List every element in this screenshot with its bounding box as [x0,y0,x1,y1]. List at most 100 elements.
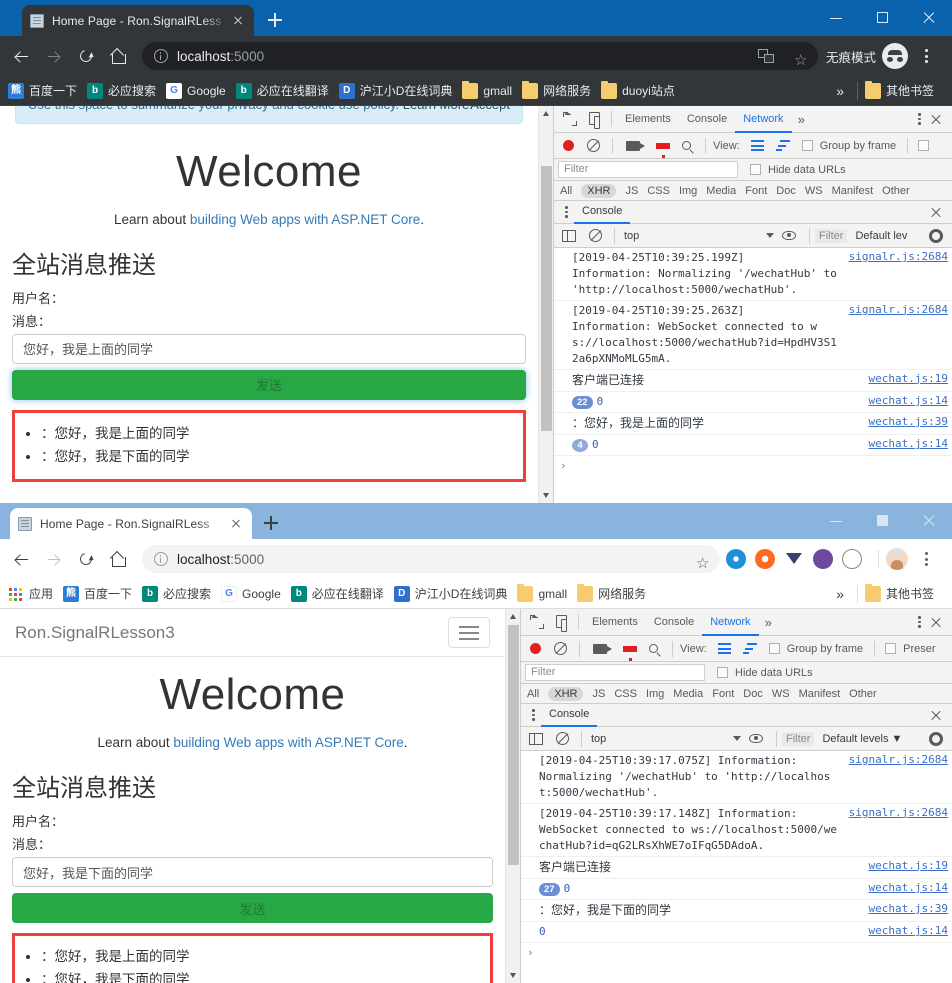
reload-button[interactable] [72,42,100,70]
page-scrollbar-top[interactable] [538,106,553,503]
address-bar[interactable]: localhost:5000 ☆ [142,42,818,70]
bookmark-item-apps[interactable]: 应用 [8,585,53,602]
scroll-down-icon[interactable] [506,968,521,983]
bookmark-item[interactable]: G Google [221,585,281,602]
devtools-more-tabs-button[interactable]: » [759,615,778,630]
bookmark-item[interactable]: b 必应在线翻译 [235,82,329,99]
waterfall-view-icon[interactable] [775,140,790,151]
type-filter-media[interactable]: Media [673,688,703,700]
bookmark-item[interactable]: 网络服务 [522,80,591,99]
console-levels-select[interactable]: Default levels ▼ [822,733,902,745]
record-icon[interactable] [530,643,541,654]
type-filter-manifest[interactable]: Manifest [832,185,874,197]
type-filter-ws[interactable]: WS [805,185,823,197]
info-icon[interactable] [154,552,168,566]
list-view-icon[interactable] [717,643,731,654]
bookmark-item[interactable]: b 必应搜索 [87,82,156,99]
bookmarks-overflow-button[interactable]: » [830,83,850,99]
new-tab-button[interactable] [260,512,282,534]
console-source-link[interactable]: wechat.js:14 [869,881,948,894]
drawer-close-button[interactable] [927,203,945,221]
translate-icon[interactable] [757,49,774,63]
reload-button[interactable] [72,545,100,573]
close-window-button[interactable] [906,503,952,539]
browser-tab[interactable]: Home Page - Ron.SignalRLess [22,5,254,36]
bookmark-item[interactable]: 熊百度一下 [63,585,132,602]
forward-button[interactable] [40,42,68,70]
drawer-tab-console[interactable]: Console [541,703,598,727]
console-source-link[interactable]: signalr.js:2684 [849,806,948,819]
browser-menu-button[interactable] [912,42,940,70]
clear-console-icon[interactable] [589,229,602,242]
inspect-element-button[interactable] [526,611,548,633]
tab-elements[interactable]: Elements [617,106,679,133]
console-source-link[interactable]: wechat.js:14 [869,437,948,450]
bookmark-item[interactable]: D 沪江小D在线词典 [338,82,452,99]
browser-window-bottom[interactable]: Home Page - Ron.SignalRLess localhost:50… [0,503,952,983]
close-window-button[interactable] [906,0,952,36]
console-source-link[interactable]: wechat.js:14 [869,924,948,937]
hide-data-urls-checkbox[interactable] [750,164,761,175]
type-filter-xhr[interactable]: XHR [548,686,584,701]
list-view-icon[interactable] [750,140,764,151]
address-bar[interactable]: localhost:5000 ☆ [142,545,720,573]
console-sidebar-icon[interactable] [562,229,576,242]
filter-icon[interactable] [623,645,637,661]
type-filter-manifest[interactable]: Manifest [799,688,841,700]
type-filter-other[interactable]: Other [849,688,877,700]
devtools-menu-button[interactable] [911,613,927,631]
tab-network[interactable]: Network [735,106,792,133]
hide-data-urls-checkbox[interactable] [717,667,728,678]
browser-window-top[interactable]: Home Page - Ron.SignalRLess localhost:50… [0,0,952,503]
bookmark-star-button[interactable]: ☆ [788,47,807,68]
camera-icon[interactable] [626,140,645,151]
console-prompt[interactable]: › [554,456,952,475]
minimize-button[interactable] [814,503,860,539]
bookmark-star-button[interactable]: ☆ [690,550,709,571]
console-source-link[interactable]: signalr.js:2684 [849,753,948,766]
minimize-button[interactable] [814,0,860,36]
close-icon[interactable] [230,13,246,29]
console-filter-input[interactable]: Filter [815,228,848,243]
bookmark-item[interactable]: gmall [462,80,512,99]
type-filter-font[interactable]: Font [745,185,767,197]
avatar[interactable] [886,548,908,570]
console-source-link[interactable]: wechat.js:19 [869,372,948,385]
type-filter-js[interactable]: JS [592,688,605,700]
back-button[interactable] [8,545,36,573]
network-filter-input[interactable]: Filter [558,161,738,178]
console-source-link[interactable]: signalr.js:2684 [849,303,948,316]
forward-button[interactable] [40,545,68,573]
send-button[interactable]: 发送 [12,369,526,400]
type-filter-doc[interactable]: Doc [776,185,796,197]
record-icon[interactable] [563,140,574,151]
tab-console[interactable]: Console [646,609,702,636]
live-expression-icon[interactable] [749,734,763,743]
type-filter-font[interactable]: Font [712,688,734,700]
devtools-close-button[interactable] [927,110,945,128]
cookie-learn-more-link[interactable]: Learn More. [403,106,473,112]
type-filter-ws[interactable]: WS [772,688,790,700]
console-source-link[interactable]: wechat.js:39 [869,902,948,915]
site-brand[interactable]: Ron.SignalRLesson3 [15,623,175,643]
browser-menu-button[interactable] [912,545,940,573]
devtools-more-tabs-button[interactable]: » [792,112,811,127]
browser-tab[interactable]: Home Page - Ron.SignalRLess [10,508,252,539]
message-input[interactable] [12,857,493,888]
waterfall-view-icon[interactable] [742,643,757,654]
console-output-top[interactable]: [2019-04-25T10:39:25.199Z] Information: N… [554,248,952,503]
tab-network[interactable]: Network [702,609,759,636]
devtools-menu-button[interactable] [911,110,927,128]
back-button[interactable] [8,42,36,70]
drawer-close-button[interactable] [927,706,945,724]
console-filter-input[interactable]: Filter [782,731,815,746]
home-button[interactable] [104,42,132,70]
page-scrollbar-bottom[interactable] [505,609,520,983]
console-context-select[interactable]: top [591,733,741,745]
ext-purple-icon[interactable] [813,549,833,569]
bookmarks-overflow-button[interactable]: » [830,586,850,602]
bookmark-item[interactable]: 网络服务 [577,583,646,602]
other-bookmarks-folder[interactable]: 其他书签 [864,583,934,602]
drawer-menu-button[interactable] [525,706,541,724]
incognito-icon[interactable] [882,43,908,69]
